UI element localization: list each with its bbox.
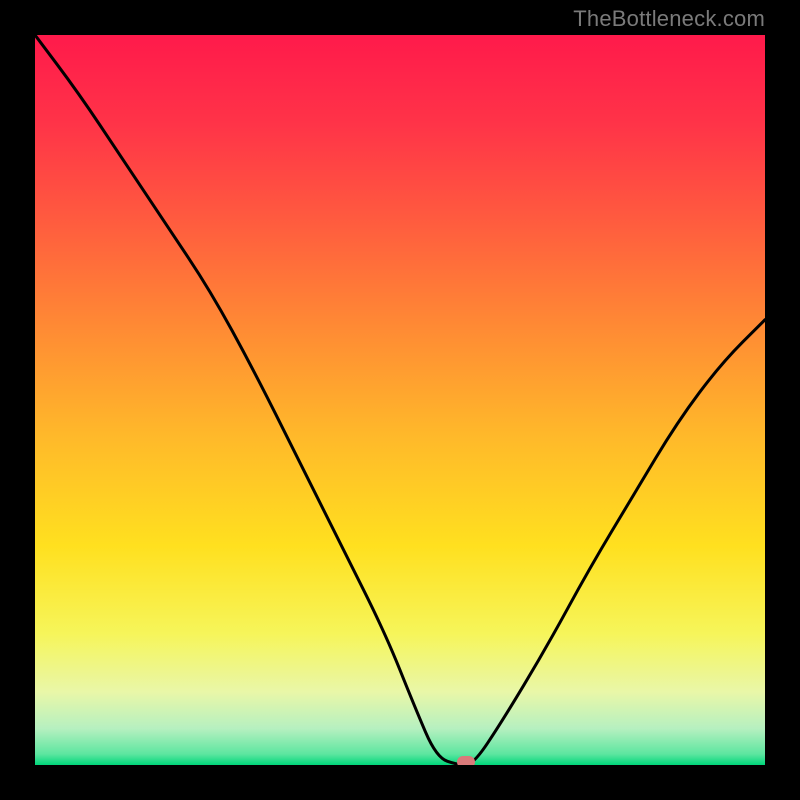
- optimal-point-marker: [457, 756, 475, 765]
- plot-area: [35, 35, 765, 765]
- bottleneck-chart: TheBottleneck.com: [0, 0, 800, 800]
- gradient-background: [35, 35, 765, 765]
- watermark-text: TheBottleneck.com: [573, 6, 765, 32]
